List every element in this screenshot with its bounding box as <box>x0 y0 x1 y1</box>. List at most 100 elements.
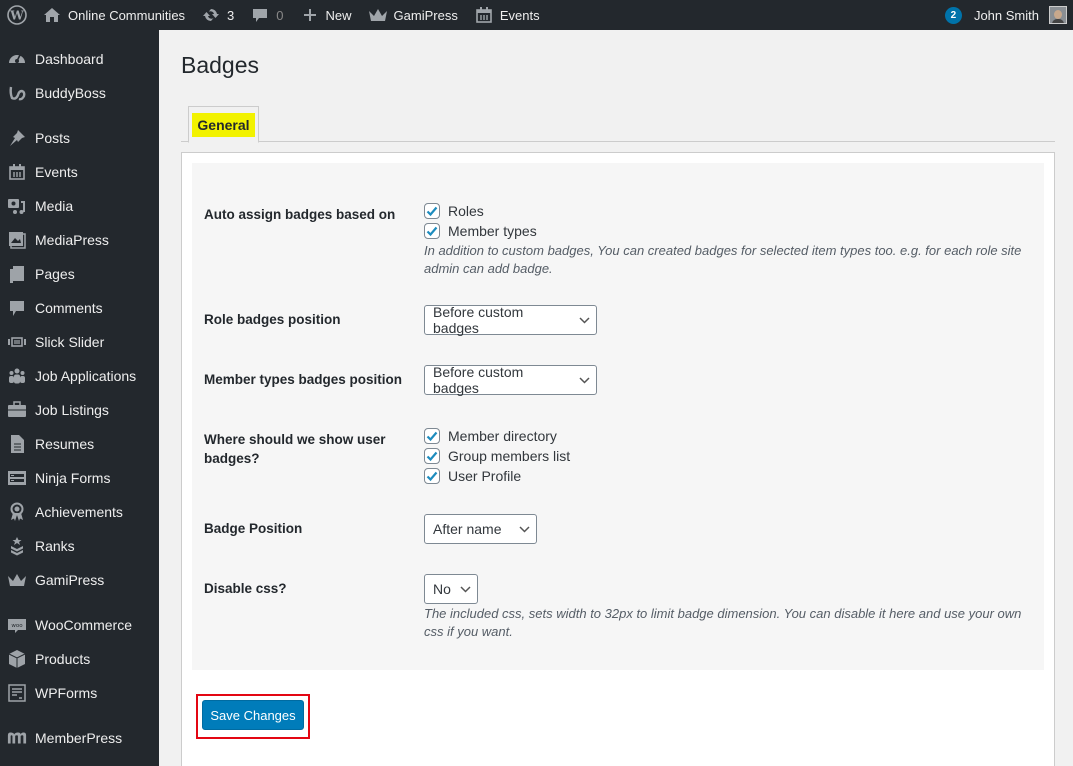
sidebar-item-comments[interactable]: Comments <box>0 291 159 325</box>
role-position-label: Role badges position <box>204 312 341 327</box>
sidebar-item-label: Ranks <box>35 538 75 554</box>
woo-icon: woo <box>7 615 27 635</box>
events-link[interactable]: Events <box>466 0 548 30</box>
home-icon <box>42 5 62 25</box>
sidebar-item-label: Resumes <box>35 436 95 452</box>
form-icon <box>7 468 27 488</box>
roles-checkbox-row[interactable]: Roles <box>424 201 1024 221</box>
memberpress-icon <box>7 728 27 748</box>
chevron-down-icon <box>519 525 530 533</box>
buddyboss-icon <box>7 83 27 103</box>
comments-count: 0 <box>276 7 284 23</box>
auto-assign-description: In addition to custom badges, You can cr… <box>424 243 1022 276</box>
sidebar-item-wpforms[interactable]: WPForms <box>0 676 159 710</box>
user-name: John Smith <box>973 7 1039 23</box>
badge-position-value: After name <box>433 521 502 537</box>
box-icon <box>7 649 27 669</box>
sidebar-item-label: BuddyBoss <box>35 85 106 101</box>
sidebar-item-ninja-forms[interactable]: Ninja Forms <box>0 461 159 495</box>
roles-checkbox[interactable] <box>424 203 440 219</box>
sidebar-item-products[interactable]: Products <box>0 642 159 676</box>
badge-position-select[interactable]: After name <box>424 514 537 544</box>
site-name-link[interactable]: Online Communities <box>34 0 193 30</box>
sidebar-item-label: WooCommerce <box>35 617 132 633</box>
group-members-list-checkbox-row[interactable]: Group members list <box>424 446 570 466</box>
user-account-menu[interactable]: John Smith <box>974 0 1073 30</box>
sidebar-item-job-listings[interactable]: Job Listings <box>0 393 159 427</box>
sidebar-item-slick-slider[interactable]: Slick Slider <box>0 325 159 359</box>
sidebar-item-memberpress[interactable]: MemberPress <box>0 721 159 755</box>
save-changes-button[interactable]: Save Changes <box>202 700 304 730</box>
sidebar-item-label: Dashboard <box>35 51 104 67</box>
rank-icon <box>7 536 27 556</box>
member-types-position-label: Member types badges position <box>204 372 403 387</box>
calendar-icon <box>474 5 494 25</box>
sidebar-item-achievements[interactable]: Achievements <box>0 495 159 529</box>
member-directory-checkbox-row[interactable]: Member directory <box>424 426 570 446</box>
settings-form: Auto assign badges based on Roles Member… <box>192 163 1044 670</box>
role-position-select[interactable]: Before custom badges <box>424 304 597 336</box>
sidebar-item-label: Job Applications <box>35 368 137 384</box>
comments-link[interactable]: 0 <box>242 0 291 30</box>
document-icon <box>7 434 27 454</box>
sidebar-item-woocommerce[interactable]: woo WooCommerce <box>0 608 159 642</box>
role-position-value: Before custom badges <box>433 304 524 336</box>
sidebar-item-mediapress[interactable]: MediaPress <box>0 223 159 257</box>
site-name: Online Communities <box>68 7 186 23</box>
svg-text:W: W <box>9 9 24 23</box>
member-types-position-value: Before custom badges <box>433 364 524 396</box>
wpforms-icon <box>7 683 27 703</box>
sidebar-item-media[interactable]: Media <box>0 189 159 223</box>
sidebar-item-label: Job Listings <box>35 402 109 418</box>
group-members-list-checkbox[interactable] <box>424 448 440 464</box>
gamipress-label: GamiPress <box>393 7 458 23</box>
member-types-position-select[interactable]: Before custom badges <box>424 364 597 396</box>
user-profile-checkbox[interactable] <box>424 468 440 484</box>
sidebar-item-dashboard[interactable]: Dashboard <box>0 42 159 76</box>
sidebar-item-label: Media <box>35 198 74 214</box>
slider-icon <box>7 332 27 352</box>
sidebar-item-label: Products <box>35 651 91 667</box>
updates-icon <box>201 5 221 25</box>
groups-icon <box>7 366 27 386</box>
updates-count: 3 <box>227 7 235 23</box>
disable-css-value: No <box>433 581 451 597</box>
sidebar-item-label: Posts <box>35 130 71 146</box>
roles-label: Roles <box>448 203 484 219</box>
calendar-icon <box>7 162 27 182</box>
sidebar-item-resumes[interactable]: Resumes <box>0 427 159 461</box>
member-types-checkbox-row[interactable]: Member types <box>424 221 1024 241</box>
sidebar-item-ranks[interactable]: Ranks <box>0 529 159 563</box>
sidebar-item-pages[interactable]: Pages <box>0 257 159 291</box>
sidebar-item-label: Achievements <box>35 504 123 520</box>
briefcase-icon <box>7 400 27 420</box>
updates-link[interactable]: 3 <box>193 0 242 30</box>
sidebar-item-label: Pages <box>35 266 75 282</box>
wp-logo-button[interactable]: W <box>0 0 34 30</box>
gamipress-link[interactable]: GamiPress <box>360 0 466 30</box>
disable-css-select[interactable]: No <box>424 574 478 604</box>
settings-panel: Auto assign badges based on Roles Member… <box>181 152 1055 766</box>
tab-general[interactable]: General <box>188 106 259 143</box>
sidebar-item-label: MemberPress <box>35 730 123 746</box>
sidebar-item-job-applications[interactable]: Job Applications <box>0 359 159 393</box>
new-content-link[interactable]: New <box>292 0 360 30</box>
notifications-badge[interactable]: 2 <box>944 6 962 24</box>
badge-position-label: Badge Position <box>204 521 303 536</box>
sidebar-item-buddyboss[interactable]: BuddyBoss <box>0 76 159 110</box>
sidebar-item-gamipress[interactable]: GamiPress <box>0 563 159 597</box>
pages-icon <box>7 264 27 284</box>
user-profile-checkbox-row[interactable]: User Profile <box>424 466 570 486</box>
member-types-checkbox[interactable] <box>424 223 440 239</box>
disable-css-label: Disable css? <box>204 581 287 596</box>
member-directory-checkbox[interactable] <box>424 428 440 444</box>
chevron-down-icon <box>579 316 590 324</box>
show-where-field: Member directory Group members list User… <box>424 426 570 486</box>
disable-css-description: The included css, sets width to 32px to … <box>424 606 1022 639</box>
sidebar-item-events[interactable]: Events <box>0 155 159 189</box>
gallery-icon <box>7 230 27 250</box>
chevron-down-icon <box>579 376 590 384</box>
sidebar-item-label: WPForms <box>35 685 98 701</box>
sidebar-item-posts[interactable]: Posts <box>0 121 159 155</box>
comment-icon <box>250 5 270 25</box>
